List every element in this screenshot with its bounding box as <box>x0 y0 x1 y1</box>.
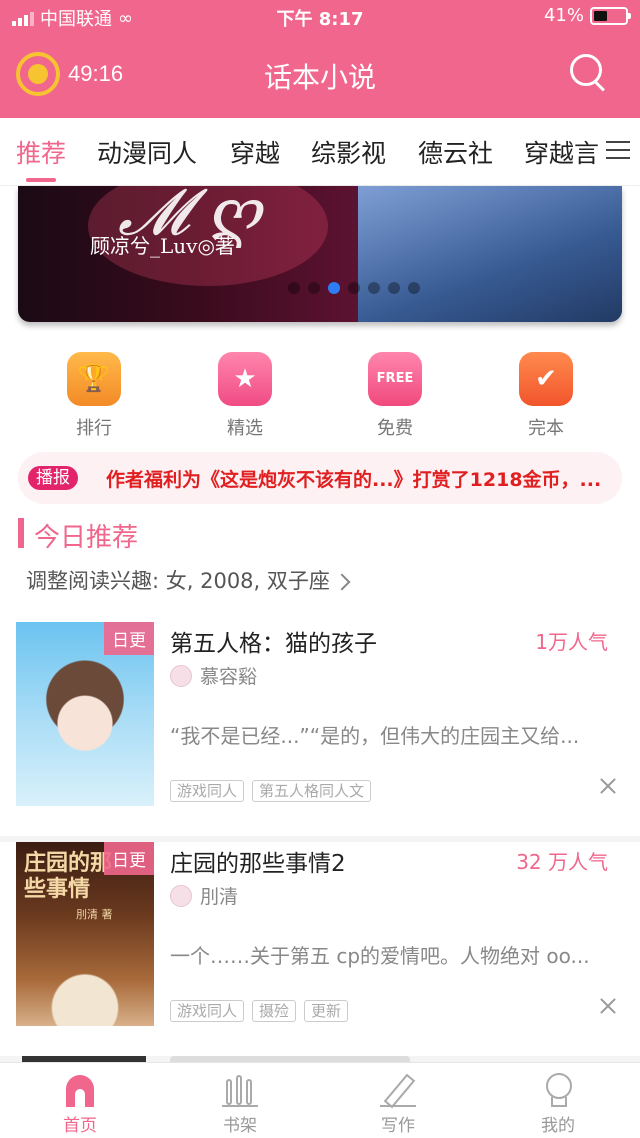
app-title: 话本小说 <box>263 61 376 94</box>
avatar <box>170 664 192 687</box>
battery-percent: 41% <box>543 5 584 26</box>
quick-entry-ranking[interactable]: 🏆 排行 <box>64 352 124 440</box>
book-author[interactable]: 慕容谿 <box>170 662 257 689</box>
cover-author-art: 刖清 著 <box>76 908 113 921</box>
chevron-right-icon <box>333 573 351 591</box>
nav-label: 写作 <box>381 1116 415 1136</box>
banner-figure-image <box>358 186 622 322</box>
tab-time-travel-romance[interactable]: 穿越言 <box>524 134 599 170</box>
carousel-dot[interactable] <box>408 282 420 294</box>
active-tab-indicator <box>26 178 56 182</box>
book-title: 庄园的那些事情2 <box>170 851 346 877</box>
nav-home[interactable]: 首页 <box>40 1073 120 1136</box>
carousel-dot-active[interactable] <box>328 282 340 294</box>
book-description: 一个……关于第五 cp的爱情吧。人物绝对 oo... <box>170 944 590 968</box>
close-icon[interactable] <box>600 998 616 1014</box>
broadcast-notice[interactable]: 播报 作者福利为《这是炮灰不该有的...》打赏了1218金币，... <box>18 452 622 504</box>
nav-bookshelf[interactable]: 书架 <box>200 1073 280 1136</box>
star-icon: ★ <box>218 352 272 406</box>
bottom-nav: 首页 书架 写作 我的 <box>0 1062 640 1138</box>
user-icon <box>538 1073 578 1107</box>
reading-preference-link[interactable]: 调整阅读兴趣: 女, 2008, 双子座 <box>26 565 351 595</box>
book-tag: 更新 <box>304 1000 349 1022</box>
quick-entry-label: 免费 <box>377 418 413 439</box>
quick-entry-free[interactable]: FREE 免费 <box>365 352 425 440</box>
home-icon <box>60 1073 100 1107</box>
carousel-dot[interactable] <box>368 282 380 294</box>
banner-carousel[interactable]: 𝓜 ღ 顾凉兮_Luv◎著 <box>18 186 622 322</box>
section-title: 今日推荐 <box>34 523 139 553</box>
quick-entry-label: 精选 <box>227 418 263 439</box>
checklist-icon: ✔ <box>519 352 573 406</box>
tab-anime-fanfic[interactable]: 动漫同人 <box>97 134 197 170</box>
banner-byline: 顾凉兮_Luv◎著 <box>90 234 235 258</box>
nav-profile[interactable]: 我的 <box>518 1073 598 1136</box>
book-card[interactable]: 庄园的那些事情 刖清 著 日更 庄园的那些事情2 32 万人气 刖清 一个……关… <box>0 842 640 1062</box>
tab-recommend[interactable]: 推荐 <box>16 134 66 170</box>
daily-update-tag: 日更 <box>104 622 154 655</box>
reading-preference-text: 调整阅读兴趣: 女, 2008, 双子座 <box>26 569 330 593</box>
section-accent-bar <box>18 518 24 548</box>
carousel-dot[interactable] <box>308 282 320 294</box>
book-tags: 游戏同人 第五人格同人文 <box>170 780 372 802</box>
book-author[interactable]: 刖清 <box>170 882 238 909</box>
carousel-dots <box>288 282 420 294</box>
broadcast-message: 作者福利为《这是炮灰不该有的...》打赏了1218金币，... <box>106 469 602 491</box>
book-tags: 游戏同人 摄殓 更新 <box>170 1000 349 1022</box>
book-popularity: 1万人气 <box>535 630 608 654</box>
book-description: “我不是已经...”“是的，但伟大的庄园主又给... <box>170 724 580 748</box>
book-card[interactable]: 日更 第五人格：猫的孩子 1万人气 慕容谿 “我不是已经...”“是的，但伟大的… <box>0 622 640 842</box>
close-icon[interactable] <box>600 778 616 794</box>
quick-entry-featured[interactable]: ★ 精选 <box>215 352 275 440</box>
book-tag: 游戏同人 <box>170 780 245 802</box>
free-sign-icon: FREE <box>368 352 422 406</box>
tab-deyunshe[interactable]: 德云社 <box>418 134 493 170</box>
status-bar: 中国联通 ∞ 下午 8:17 41% <box>0 0 640 34</box>
avatar <box>170 884 192 907</box>
bookshelf-icon <box>220 1073 260 1107</box>
status-right: 41% <box>543 5 631 26</box>
book-cover: 日更 <box>16 622 154 806</box>
book-tag: 摄殓 <box>252 1000 297 1022</box>
battery-icon <box>590 6 631 25</box>
carousel-dot[interactable] <box>288 282 300 294</box>
pen-icon <box>378 1073 418 1107</box>
tab-film-tv[interactable]: 综影视 <box>311 134 386 170</box>
nav-label: 我的 <box>541 1116 575 1136</box>
author-name: 慕容谿 <box>200 666 258 688</box>
nav-label: 首页 <box>63 1116 97 1136</box>
book-cover: 庄园的那些事情 刖清 著 日更 <box>16 842 154 1026</box>
tab-time-travel[interactable]: 穿越 <box>230 134 280 170</box>
quick-entry-label: 排行 <box>76 418 112 439</box>
book-popularity: 32 万人气 <box>516 850 608 874</box>
trophy-icon: 🏆 <box>67 352 121 406</box>
quick-entry-completed[interactable]: ✔ 完本 <box>516 352 576 440</box>
nav-label: 书架 <box>223 1116 257 1136</box>
book-tag: 第五人格同人文 <box>252 780 372 802</box>
book-title: 第五人格：猫的孩子 <box>170 631 377 657</box>
carousel-dot[interactable] <box>388 282 400 294</box>
book-tag: 游戏同人 <box>170 1000 245 1022</box>
app-bar: 49:16 话本小说 <box>0 34 640 118</box>
broadcast-badge: 播报 <box>28 466 78 490</box>
daily-update-tag: 日更 <box>104 842 154 875</box>
author-name: 刖清 <box>200 886 239 908</box>
quick-entry-label: 完本 <box>528 418 564 439</box>
menu-icon[interactable] <box>604 138 632 162</box>
carousel-dot[interactable] <box>348 282 360 294</box>
search-icon[interactable] <box>570 54 604 88</box>
category-tabs: 推荐 动漫同人 穿越 综影视 德云社 穿越言 <box>0 118 640 186</box>
nav-write[interactable]: 写作 <box>358 1073 438 1136</box>
